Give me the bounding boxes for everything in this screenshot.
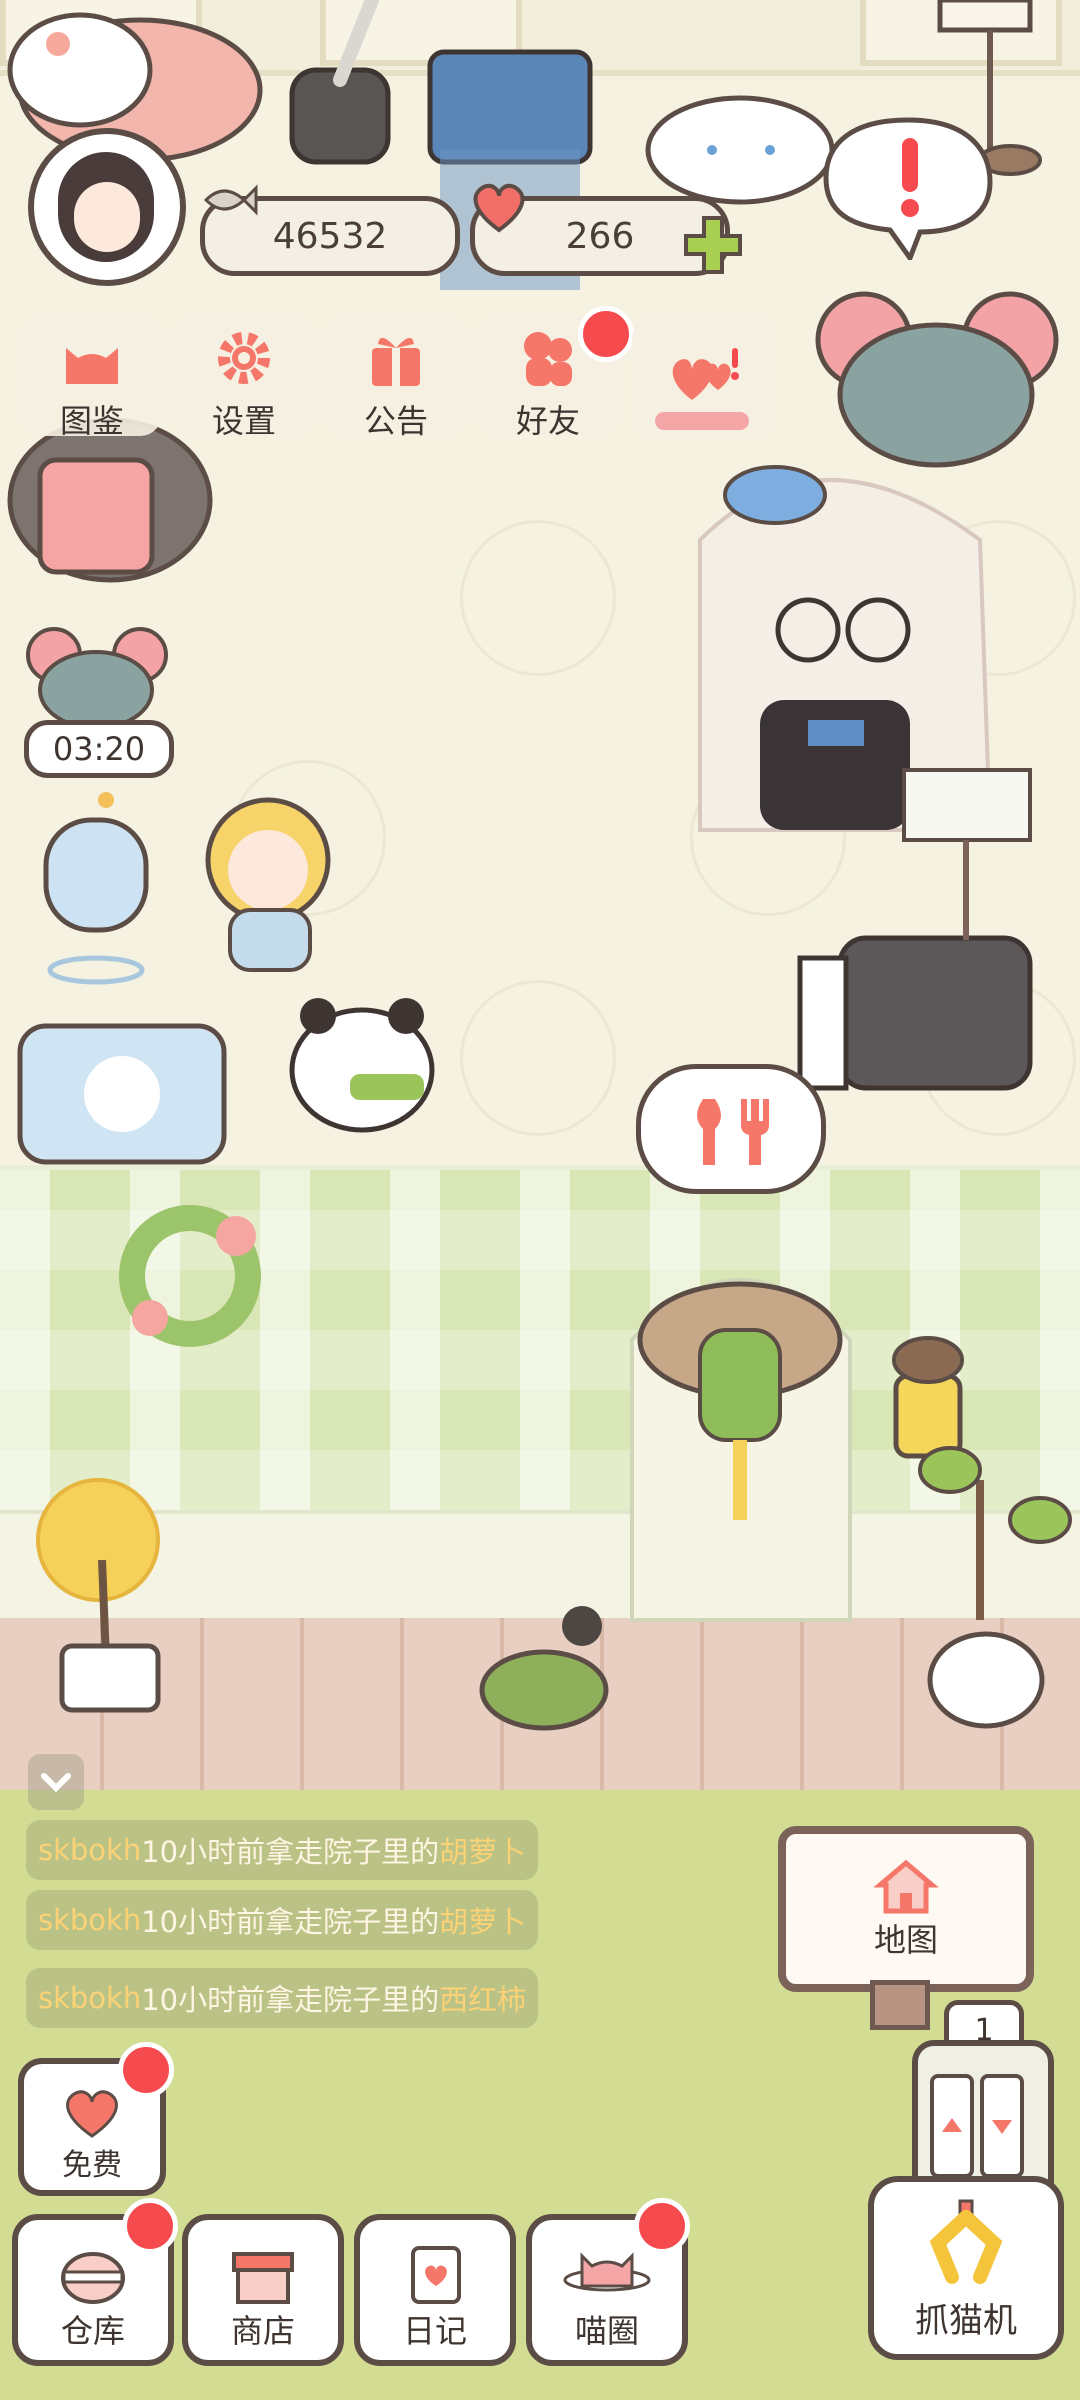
angry-mouse[interactable] xyxy=(815,291,1059,468)
white-cat[interactable] xyxy=(645,95,835,205)
claw-icon xyxy=(929,2199,1003,2284)
yellow-tree-pot xyxy=(36,1478,161,1713)
shop-label: 商店 xyxy=(230,2312,295,2350)
activity-message: skbokh 10小时前拿走院子里的 西红柿 xyxy=(26,1968,539,2028)
arched-doorway[interactable] xyxy=(630,1278,852,1622)
coin-count: 46532 xyxy=(272,215,388,257)
activity-message: skbokh 10小时前拿走院子里的 胡萝卜 xyxy=(26,1820,539,1880)
countdown-timer: 03:20 xyxy=(24,720,174,778)
storage-label: 仓库 xyxy=(60,2312,125,2350)
menu-label-encyclopedia: 图鉴 xyxy=(59,402,124,440)
message-text: 10小时前拿走院子里的 xyxy=(141,1983,440,2017)
cat-planet-icon xyxy=(563,2252,651,2292)
message-user: skbokh xyxy=(38,1981,142,2015)
map-label: 地图 xyxy=(873,1921,938,1959)
hearts-icon xyxy=(672,348,739,400)
heart-count: 266 xyxy=(565,215,635,257)
shop-icon xyxy=(232,2252,294,2304)
diary-icon xyxy=(411,2246,461,2304)
diary-button[interactable]: 日记 xyxy=(354,2214,516,2366)
heart-icon xyxy=(473,183,525,233)
menu-announcement-button[interactable]: 公告 xyxy=(326,316,466,440)
flower-wreath xyxy=(119,1205,261,1347)
cat-circle-label: 喵圈 xyxy=(574,2312,639,2350)
timer-value: 03:20 xyxy=(52,730,146,768)
activity-message: skbokh 10小时前拿走院子里的 胡萝卜 xyxy=(26,1890,539,1950)
avatar-face xyxy=(74,182,140,252)
heart-icon xyxy=(66,2090,118,2138)
robot[interactable] xyxy=(43,792,149,985)
free-label: 免费 xyxy=(62,2148,122,2183)
blonde-doll[interactable] xyxy=(205,797,331,972)
alert-bubble[interactable] xyxy=(820,112,996,260)
timer-mouse xyxy=(26,627,168,730)
friends-notification-badge xyxy=(578,306,634,362)
chevron-down-icon xyxy=(41,1773,71,1793)
ink-bottle xyxy=(289,0,391,165)
menu-label-settings: 设置 xyxy=(211,402,276,440)
message-text: 10小时前拿走院子里的 xyxy=(141,1905,440,1939)
fork-spoon-icon xyxy=(697,1099,769,1165)
calendar-cat[interactable] xyxy=(7,417,213,583)
cat-face-icon xyxy=(66,348,118,384)
cloud-rug xyxy=(17,1023,227,1165)
menu-label-friends: 好友 xyxy=(515,402,580,440)
gift-icon xyxy=(372,337,420,386)
fish-icon xyxy=(203,184,258,216)
add-hearts-button[interactable] xyxy=(680,212,746,278)
player-avatar[interactable] xyxy=(28,128,186,286)
message-item: 西红柿 xyxy=(439,1983,527,2017)
message-user: skbokh xyxy=(38,1833,142,1867)
lantern xyxy=(892,1336,964,1459)
panda[interactable] xyxy=(289,998,435,1133)
sign-post xyxy=(870,1980,930,2030)
message-text: 10小时前拿走院子里的 xyxy=(141,1835,440,1869)
menu-encyclopedia-button[interactable]: 图鉴 xyxy=(22,316,162,440)
free-notification-badge xyxy=(118,2042,174,2098)
menu-label-announcement: 公告 xyxy=(363,402,428,440)
diary-label: 日记 xyxy=(402,2312,467,2350)
exclamation-icon xyxy=(902,138,918,192)
friends-icon xyxy=(524,332,572,386)
claw-machine-button[interactable]: 抓猫机 xyxy=(868,2176,1064,2360)
menu-settings-button[interactable]: 设置 xyxy=(174,316,314,440)
message-user: skbokh xyxy=(38,1903,142,1937)
cat-circle-notification-badge xyxy=(634,2198,690,2254)
gear-icon xyxy=(218,332,270,384)
message-item: 胡萝卜 xyxy=(439,1835,527,1869)
cat-bed[interactable] xyxy=(479,1606,609,1731)
event-progress-bar xyxy=(655,412,749,430)
storage-notification-badge xyxy=(122,2198,178,2254)
collapse-messages-button[interactable] xyxy=(28,1754,84,1810)
menu-events-button[interactable] xyxy=(632,316,772,436)
claw-machine-label: 抓猫机 xyxy=(915,2301,1017,2341)
house-icon xyxy=(874,1859,938,1914)
storage-icon xyxy=(61,2252,125,2304)
shop-button[interactable]: 商店 xyxy=(182,2214,344,2366)
message-item: 胡萝卜 xyxy=(439,1905,527,1939)
map-button[interactable]: 地图 xyxy=(778,1826,1034,1992)
feed-button[interactable] xyxy=(636,1064,826,1194)
potted-plant-right xyxy=(918,1446,1072,1729)
